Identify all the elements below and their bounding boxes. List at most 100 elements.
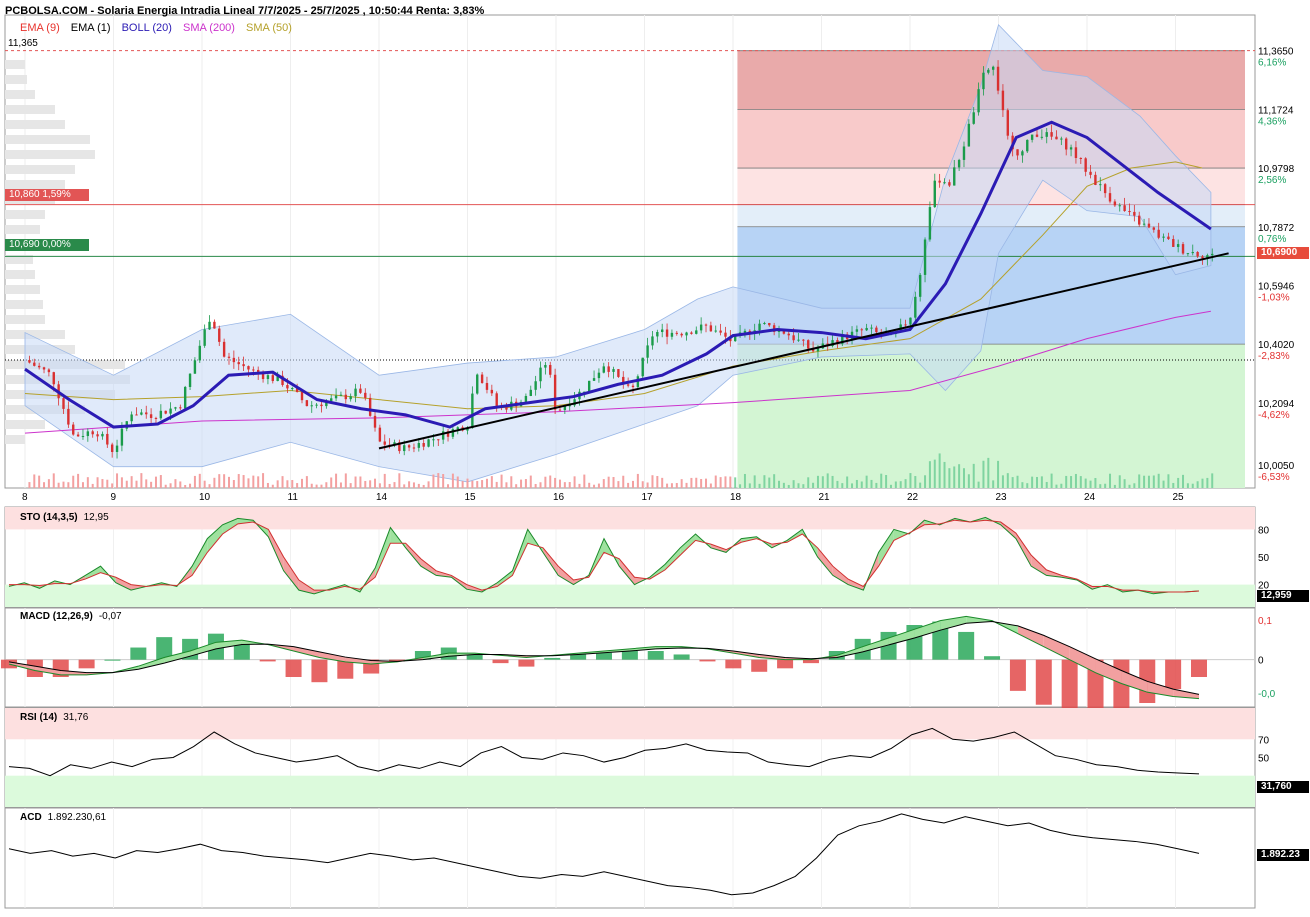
volume-bar (773, 474, 776, 488)
volume-bar (286, 480, 289, 488)
volume-bar (203, 480, 206, 488)
x-tick-label-25: 25 (1173, 492, 1185, 503)
candle-body (797, 339, 800, 341)
candle-body (28, 360, 31, 363)
volume-bar (417, 483, 420, 488)
volume-bar (573, 476, 576, 488)
candle-body (665, 329, 669, 337)
volume-bar (607, 476, 610, 488)
candle-body (991, 66, 995, 70)
volume-bar (588, 482, 591, 488)
candle-body (870, 327, 873, 329)
volume-bar (821, 476, 824, 488)
volume-bar (106, 479, 109, 488)
candle-body (145, 412, 148, 415)
volume-bar (972, 463, 975, 488)
volume-bar (953, 466, 956, 488)
volume-bar (1109, 473, 1112, 488)
volume-bar (320, 484, 323, 488)
volume-bar (670, 483, 673, 488)
volume-bar (904, 479, 907, 488)
volume-bar (179, 481, 182, 488)
volume-bar (262, 473, 265, 488)
macd-histogram-bar (673, 654, 690, 660)
volume-bar (120, 477, 123, 488)
volume-bar (1045, 481, 1048, 488)
candle-body (680, 333, 683, 336)
volume-bar (466, 478, 469, 488)
candle-body (977, 89, 980, 113)
volume-bar (515, 484, 518, 488)
x-tick-label-15: 15 (465, 492, 477, 503)
volume-bar (933, 459, 936, 488)
acd-title: ACD 1.892.230,61 (20, 812, 107, 823)
volume-bar (739, 484, 742, 488)
volume-bar (846, 476, 849, 488)
volume-bar (705, 478, 708, 488)
candle-body (607, 366, 610, 372)
volume-bar (1186, 483, 1189, 488)
volume-bar (198, 473, 201, 488)
candle-body (675, 332, 679, 334)
candle-body (587, 380, 591, 392)
candle-body (213, 321, 216, 329)
volume-bar (597, 483, 600, 488)
candle-body (412, 447, 416, 449)
volume-bar (680, 479, 683, 488)
volume-bar (851, 483, 854, 488)
volume-bar (578, 483, 581, 488)
volume-bar (495, 481, 498, 488)
volume-bar (802, 484, 805, 488)
volume-bar (510, 476, 513, 488)
candle-body (631, 385, 635, 388)
volume-bar (43, 482, 46, 488)
macd-histogram-bar (751, 659, 768, 672)
candle-body (222, 341, 226, 357)
candle-body (1060, 138, 1063, 140)
volume-bar (656, 475, 659, 488)
y-tick-label: 10,7872 (1258, 223, 1295, 234)
sto-title: STO (14,3,5) 12,95 (20, 512, 109, 523)
candle-body (661, 329, 664, 333)
candle-body (1113, 201, 1117, 206)
candle-body (860, 329, 863, 331)
candle-body (651, 336, 654, 346)
volume-bar (451, 473, 454, 488)
x-tick-label-14: 14 (376, 492, 388, 503)
candle-body (33, 362, 36, 366)
volume-bar (62, 481, 65, 488)
volume-bar (1118, 475, 1121, 488)
candle-body (943, 182, 946, 184)
legend-item-sma50: SMA (50) (246, 22, 292, 34)
volume-bar (1074, 473, 1077, 488)
candle-body (768, 322, 771, 326)
candle-body (904, 324, 907, 326)
volume-bar (52, 473, 55, 488)
candle-body (962, 146, 966, 160)
volume-bar (505, 482, 508, 488)
volume-bar (47, 479, 50, 488)
candle-body (242, 364, 245, 367)
volume-bar (734, 477, 737, 488)
volume-bar (67, 482, 70, 488)
volume-bar (374, 478, 377, 488)
sto-y-tick: 80 (1258, 525, 1270, 536)
candle-body (967, 123, 971, 147)
volume-bar (276, 480, 279, 488)
volume-bar (403, 484, 406, 488)
candle-body (227, 356, 231, 358)
volume-bar (81, 482, 84, 488)
volume-bar (1196, 481, 1199, 488)
candle-body (914, 296, 917, 318)
macd-histogram-bar (958, 631, 975, 660)
volume-bar (885, 475, 888, 488)
volume-bar (369, 480, 372, 488)
volume-bar (154, 476, 157, 488)
macd-histogram-bar (725, 659, 742, 669)
candle-body (928, 207, 932, 240)
candle-body (149, 414, 153, 418)
volume-bar (1191, 483, 1194, 488)
base-level-tag: 10,690 0,00% (5, 239, 89, 251)
candle-body (96, 434, 99, 437)
volume-bar (748, 483, 751, 488)
